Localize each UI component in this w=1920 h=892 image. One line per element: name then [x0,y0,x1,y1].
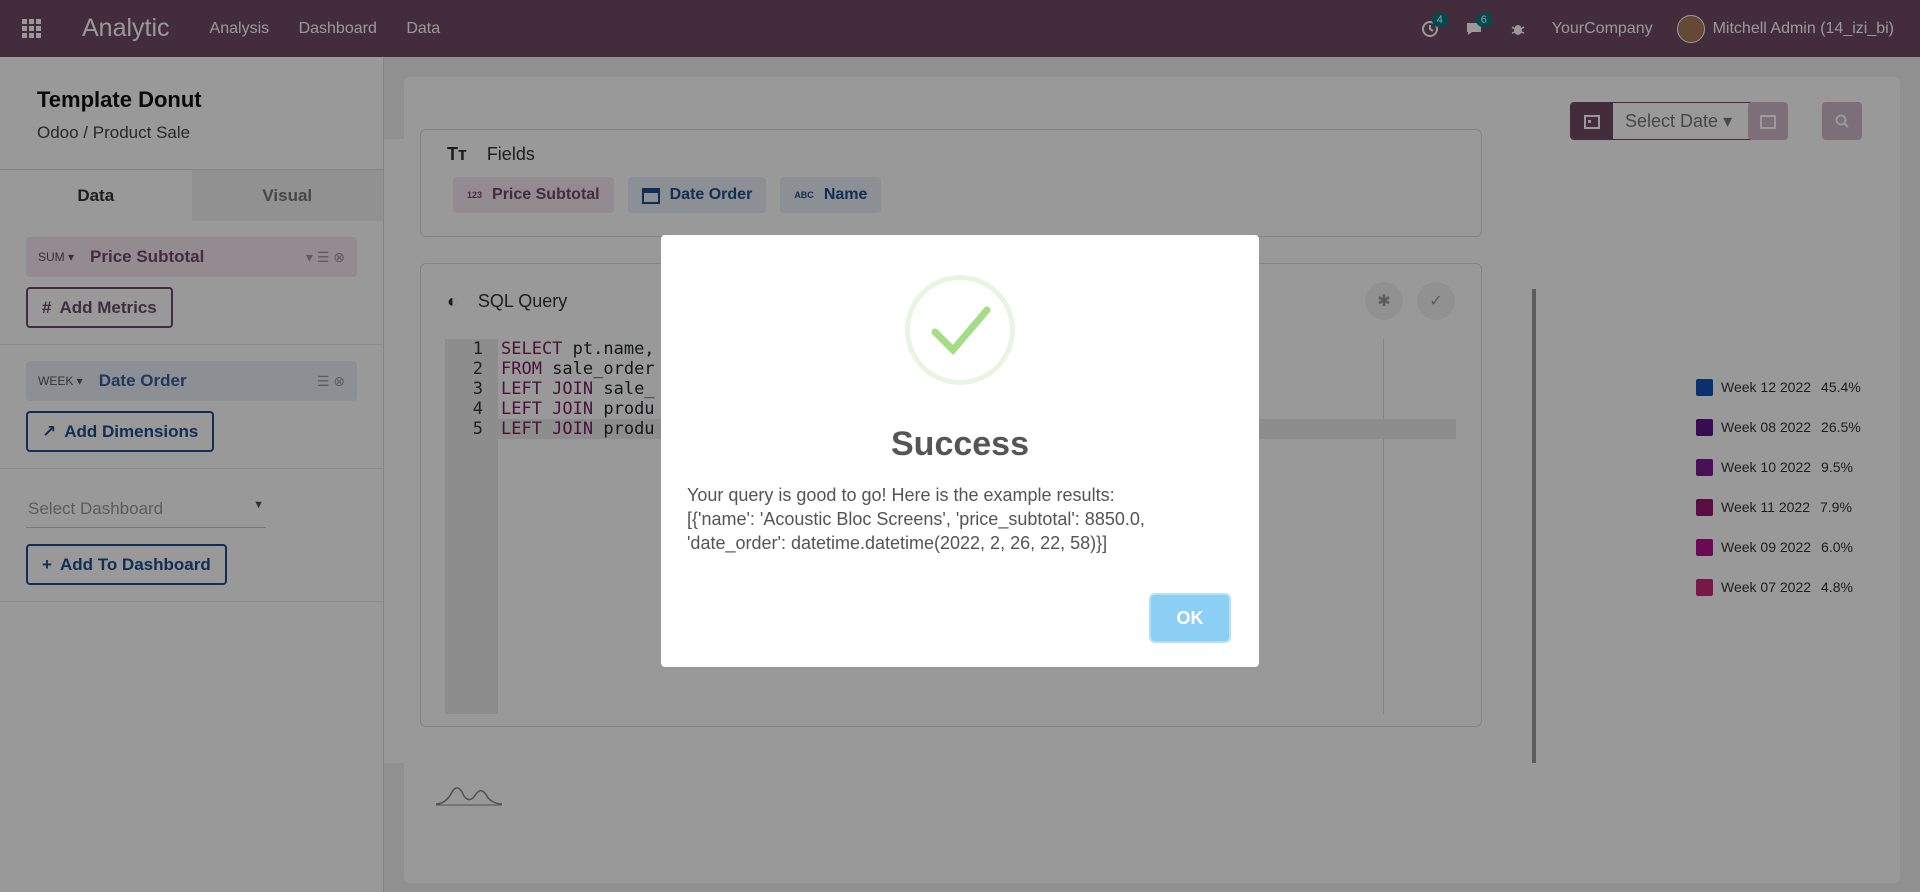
ok-button[interactable]: OK [1149,593,1231,643]
modal-message: Your query is good to go! Here is the ex… [687,485,1145,553]
success-check-icon [905,275,1015,385]
success-modal: Success Your query is good to go! Here i… [661,235,1259,667]
modal-title: Success [891,425,1029,463]
